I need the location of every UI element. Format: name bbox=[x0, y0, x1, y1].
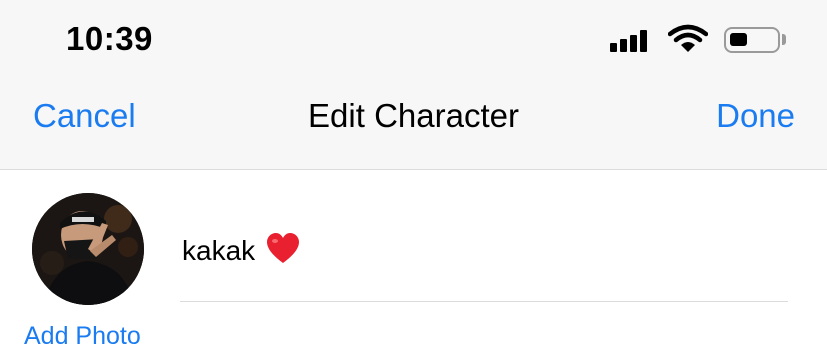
red-heart-icon bbox=[267, 233, 299, 263]
navigation-bar: Cancel Edit Character Done bbox=[0, 80, 827, 170]
add-photo-button[interactable]: Add Photo bbox=[24, 322, 141, 351]
battery-level bbox=[730, 33, 747, 46]
edit-character-screen: 10:39 Cancel Edit Character Done Add Pho… bbox=[0, 0, 827, 361]
character-name-value: kakak bbox=[182, 235, 256, 266]
character-name-field[interactable]: kakak bbox=[180, 226, 788, 302]
cellular-signal-icon bbox=[610, 28, 654, 52]
battery-cap bbox=[782, 34, 786, 45]
done-button[interactable]: Done bbox=[716, 97, 795, 135]
page-title: Edit Character bbox=[308, 97, 519, 134]
status-bar: 10:39 bbox=[0, 0, 827, 80]
battery-icon bbox=[724, 27, 780, 53]
character-avatar[interactable] bbox=[32, 193, 144, 305]
wifi-icon bbox=[668, 24, 708, 52]
status-time: 10:39 bbox=[66, 20, 153, 57]
avatar-photo bbox=[32, 193, 144, 305]
